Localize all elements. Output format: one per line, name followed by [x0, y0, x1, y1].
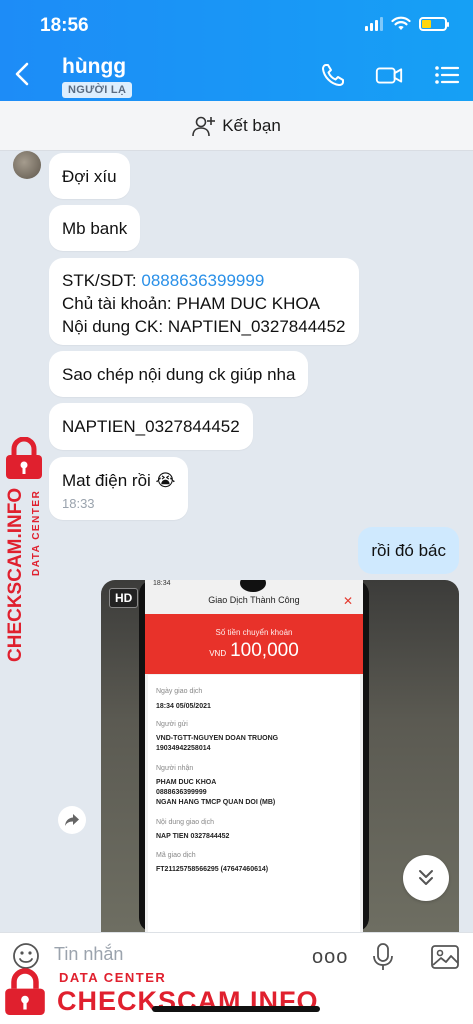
message-line: STK/SDT: 0888636399999 [62, 271, 265, 290]
menu-button[interactable] [432, 60, 462, 90]
home-indicator [152, 1006, 320, 1012]
phone-link[interactable]: 0888636399999 [141, 271, 264, 290]
message-bubble[interactable]: NAPTIEN_0327844452 [49, 403, 253, 450]
message-bubble[interactable]: Mb bank [49, 205, 141, 251]
chevron-double-down-icon [419, 870, 433, 885]
add-friend-button[interactable]: Kết bạn [0, 101, 473, 151]
message-text: Mat điện rồi 😭 [62, 471, 176, 490]
svg-text:DATA CENTER: DATA CENTER [31, 490, 42, 576]
image-button[interactable] [430, 943, 460, 971]
message-bubble[interactable]: Sao chép nội dung ck giúp nha [49, 351, 309, 397]
svg-text:CHECKSCAM.INFO: CHECKSCAM.INFO [5, 488, 26, 662]
scroll-to-bottom-button[interactable] [403, 855, 449, 901]
video-call-button[interactable] [374, 60, 404, 90]
message-text: NAPTIEN_0327844452 [62, 417, 240, 436]
message-line: Nội dung CK: NAPTIEN_0327844452 [62, 317, 346, 336]
status-icons [365, 16, 449, 31]
message-text: Đợi xíu [62, 166, 117, 186]
wifi-icon [391, 16, 411, 30]
message-text: Sao chép nội dung ck giúp nha [62, 364, 296, 384]
watermark-sub: DATA CENTER [59, 970, 167, 985]
watermark-vertical: CHECKSCAM.INFO [5, 488, 26, 662]
stranger-badge: NGƯỜI LẠ [62, 82, 133, 98]
message-bubble[interactable]: STK/SDT: 0888636399999 Chủ tài khoản: PH… [49, 258, 359, 345]
close-icon: ✕ [342, 594, 353, 608]
watermark-vertical-sub: DATA CENTER [31, 490, 42, 576]
more-icon[interactable]: ooo [312, 946, 348, 969]
message-time: 18:33 [62, 496, 95, 511]
call-button[interactable] [318, 60, 348, 90]
share-icon [65, 814, 79, 826]
signal-icon [365, 16, 383, 31]
message-bubble[interactable]: Đợi xíu [49, 153, 130, 199]
chevron-left-icon [15, 62, 29, 86]
watermark-text: CHECKSCAM.INFO [57, 986, 319, 1016]
photo-bank-receipt: 18:34 Giao Dịch Thành Công ✕ Số tiền chu… [145, 580, 363, 932]
add-friend-label: Kết bạn [222, 115, 281, 135]
lock-icon [6, 437, 42, 479]
emoji-button[interactable] [12, 942, 40, 970]
message-text: rồi đó bác [371, 540, 446, 560]
status-time: 18:56 [40, 15, 89, 36]
share-button[interactable] [58, 806, 86, 834]
message-bubble[interactable]: Mat điện rồi 😭 18:33 [49, 457, 189, 520]
chat-header: 18:56 hùngg NGƯỜI LẠ [0, 0, 473, 101]
microphone-button[interactable] [371, 942, 395, 972]
back-button[interactable] [12, 60, 40, 92]
message-line: Chủ tài khoản: PHAM DUC KHOA [62, 294, 320, 313]
hd-badge: HD [109, 588, 139, 608]
contact-name[interactable]: hùngg [62, 55, 126, 79]
avatar[interactable] [13, 151, 41, 179]
battery-icon [419, 16, 449, 31]
add-user-icon [192, 116, 216, 136]
message-input[interactable]: Tin nhắn [54, 944, 123, 965]
message-text: Mb bank [62, 218, 128, 238]
lock-icon [5, 968, 45, 1015]
outgoing-message-bubble[interactable]: rồi đó bác [358, 527, 459, 574]
